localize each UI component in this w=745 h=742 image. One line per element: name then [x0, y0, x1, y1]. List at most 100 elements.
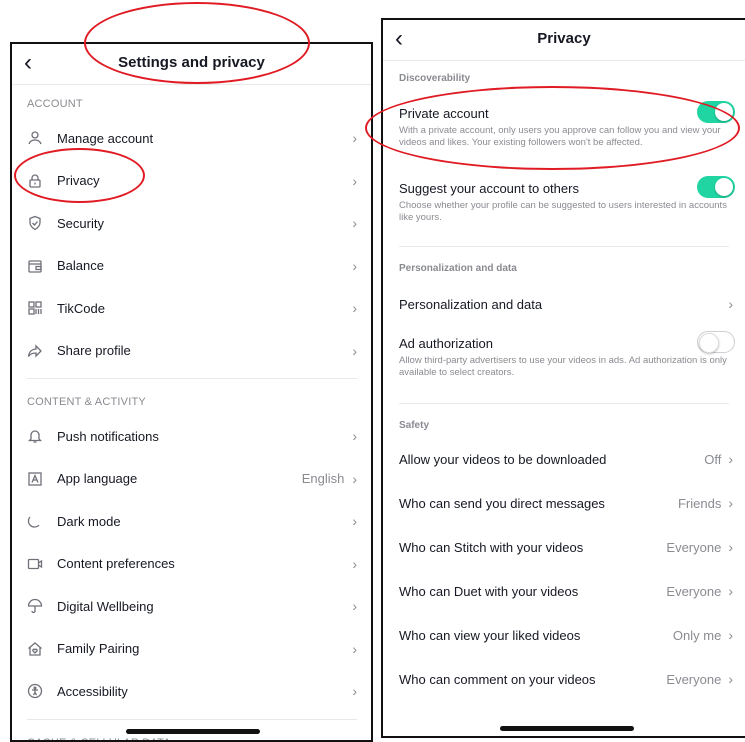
- section-header-personalization: Personalization and data: [383, 263, 745, 274]
- chevron-right-icon: ›: [352, 598, 357, 614]
- setting-private-account: Private account With a private account, …: [383, 106, 745, 149]
- wallet-icon: [27, 258, 43, 274]
- toggle-knob: [715, 103, 733, 121]
- video-icon: [27, 556, 43, 572]
- chevron-right-icon: ›: [352, 258, 357, 274]
- chevron-right-icon: ›: [352, 471, 357, 487]
- menu-item-label: Push notifications: [57, 429, 352, 444]
- language-icon: [27, 471, 43, 487]
- chevron-right-icon: ›: [352, 215, 357, 231]
- menu-item-tikcode[interactable]: TikCode ›: [12, 287, 371, 330]
- menu-item-label: Balance: [57, 258, 352, 273]
- menu-item-label: Manage account: [57, 131, 352, 146]
- menu-item-app-language[interactable]: App language English ›: [12, 458, 371, 501]
- qr-code-icon: [27, 300, 43, 316]
- ad-authorization-toggle[interactable]: [697, 331, 735, 353]
- menu-item-label: Family Pairing: [57, 641, 352, 656]
- chevron-right-icon: ›: [728, 495, 733, 511]
- right-navbar: ‹ Privacy: [383, 20, 745, 61]
- row-label: Who can send you direct messages: [399, 496, 678, 511]
- home-indicator: [500, 726, 634, 731]
- menu-item-balance[interactable]: Balance ›: [12, 245, 371, 288]
- menu-item-push-notifications[interactable]: Push notifications ›: [12, 415, 371, 458]
- row-label: Who can view your liked videos: [399, 628, 673, 643]
- umbrella-icon: [27, 598, 43, 614]
- chevron-right-icon: ›: [352, 513, 357, 529]
- row-label: Personalization and data: [399, 297, 728, 312]
- menu-item-label: Share profile: [57, 343, 352, 358]
- chevron-right-icon: ›: [352, 641, 357, 657]
- moon-icon: [27, 513, 43, 529]
- chevron-right-icon: ›: [728, 451, 733, 467]
- home-heart-icon: [27, 641, 43, 657]
- toggle-knob: [715, 178, 733, 196]
- row-value: Everyone: [666, 584, 721, 599]
- chevron-right-icon: ›: [352, 428, 357, 444]
- settings-and-privacy-screen: ‹ Settings and privacy ACCOUNT Manage ac…: [10, 42, 373, 742]
- toggle-knob: [699, 333, 719, 353]
- menu-item-share-profile[interactable]: Share profile ›: [12, 330, 371, 373]
- menu-item-security[interactable]: Security ›: [12, 202, 371, 245]
- row-label: Who can Duet with your videos: [399, 584, 666, 599]
- section-header-discoverability: Discoverability: [383, 73, 745, 84]
- menu-item-dark-mode[interactable]: Dark mode ›: [12, 500, 371, 543]
- setting-label: Private account: [399, 106, 729, 121]
- setting-description: Choose whether your profile can be sugge…: [399, 200, 729, 224]
- chevron-right-icon: ›: [728, 583, 733, 599]
- row-value: Everyone: [666, 672, 721, 687]
- menu-item-privacy[interactable]: Privacy ›: [12, 160, 371, 203]
- row-personalization-and-data[interactable]: Personalization and data ›: [383, 282, 745, 326]
- shield-icon: [27, 215, 43, 231]
- menu-item-label: Dark mode: [57, 514, 352, 529]
- chevron-right-icon: ›: [352, 173, 357, 189]
- row-value: Friends: [678, 496, 721, 511]
- row-value: Off: [704, 452, 721, 467]
- setting-ad-authorization: Ad authorization Allow third-party adver…: [383, 336, 745, 379]
- page-title: Settings and privacy: [12, 44, 371, 82]
- section-divider: [399, 246, 729, 247]
- accessibility-icon: [27, 683, 43, 699]
- suggest-account-toggle[interactable]: [697, 176, 735, 198]
- row-comments[interactable]: Who can comment on your videos Everyone …: [383, 657, 745, 701]
- menu-item-content-preferences[interactable]: Content preferences ›: [12, 543, 371, 586]
- section-divider: [27, 378, 357, 379]
- chevron-right-icon: ›: [728, 627, 733, 643]
- bell-icon: [27, 428, 43, 444]
- setting-description: Allow third-party advertisers to use you…: [399, 355, 729, 379]
- chevron-right-icon: ›: [728, 296, 733, 312]
- page-title: Privacy: [383, 20, 745, 58]
- setting-label: Suggest your account to others: [399, 181, 729, 196]
- chevron-right-icon: ›: [352, 130, 357, 146]
- setting-suggest-account: Suggest your account to others Choose wh…: [383, 181, 745, 224]
- chevron-right-icon: ›: [728, 539, 733, 555]
- chevron-right-icon: ›: [728, 671, 733, 687]
- row-allow-downloads[interactable]: Allow your videos to be downloaded Off ›: [383, 437, 745, 481]
- row-direct-messages[interactable]: Who can send you direct messages Friends…: [383, 481, 745, 525]
- menu-item-label: Digital Wellbeing: [57, 599, 352, 614]
- menu-item-family-pairing[interactable]: Family Pairing ›: [12, 628, 371, 671]
- setting-label: Ad authorization: [399, 336, 729, 351]
- row-label: Allow your videos to be downloaded: [399, 452, 704, 467]
- menu-item-label: Security: [57, 216, 352, 231]
- menu-item-value: English: [302, 471, 345, 486]
- menu-item-accessibility[interactable]: Accessibility ›: [12, 670, 371, 713]
- left-navbar: ‹ Settings and privacy: [12, 44, 371, 85]
- menu-item-label: TikCode: [57, 301, 352, 316]
- menu-item-label: Privacy: [57, 173, 352, 188]
- menu-item-manage-account[interactable]: Manage account ›: [12, 117, 371, 160]
- menu-item-label: Content preferences: [57, 556, 352, 571]
- lock-icon: [27, 173, 43, 189]
- menu-item-digital-wellbeing[interactable]: Digital Wellbeing ›: [12, 585, 371, 628]
- chevron-right-icon: ›: [352, 556, 357, 572]
- chevron-right-icon: ›: [352, 343, 357, 359]
- row-stitch[interactable]: Who can Stitch with your videos Everyone…: [383, 525, 745, 569]
- section-divider: [399, 403, 729, 404]
- setting-description: With a private account, only users you a…: [399, 125, 729, 149]
- share-icon: [27, 343, 43, 359]
- row-liked-videos[interactable]: Who can view your liked videos Only me ›: [383, 613, 745, 657]
- section-header-content-activity: CONTENT & ACTIVITY: [12, 389, 371, 415]
- home-indicator: [126, 729, 260, 734]
- section-divider: [27, 719, 357, 720]
- row-duet[interactable]: Who can Duet with your videos Everyone ›: [383, 569, 745, 613]
- private-account-toggle[interactable]: [697, 101, 735, 123]
